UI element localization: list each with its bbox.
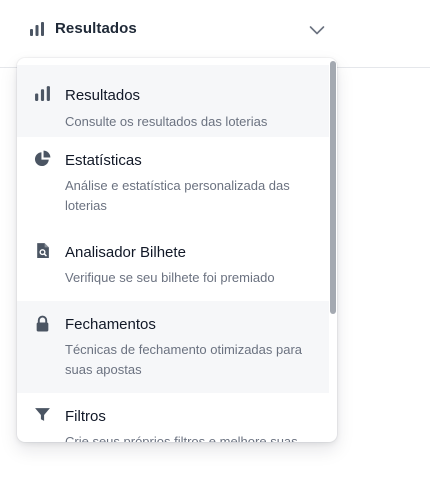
- menu-item-description: Análise e estatística personalizada das …: [65, 178, 290, 213]
- menu-item-fechamentos[interactable]: Fechamentos Técnicas de fechamento otimi…: [17, 301, 329, 393]
- pie-chart-icon: [34, 150, 51, 167]
- menu-item-description: Crie seus próprios filtros e melhore sua…: [65, 434, 298, 442]
- menu-item-title: Fechamentos: [65, 316, 156, 333]
- bar-chart-icon: [34, 85, 51, 102]
- dropdown-menu: Resultados Consulte os resultados das lo…: [17, 58, 337, 442]
- menu-item-analisador-bilhete[interactable]: Analisador Bilhete Verifique se seu bilh…: [17, 229, 329, 301]
- page: Resultados Resultados Consulte os result…: [0, 0, 430, 491]
- menu-item-title: Resultados: [65, 87, 141, 104]
- scrollbar-thumb[interactable]: [330, 61, 336, 314]
- menu-item-description: Verifique se seu bilhete foi premiado: [65, 270, 275, 285]
- chevron-down-icon[interactable]: [309, 22, 325, 38]
- menu-item-title: Filtros: [65, 408, 106, 425]
- menu-scroll-area: Resultados Consulte os resultados das lo…: [17, 58, 329, 442]
- menu-item-estatisticas[interactable]: Estatísticas Análise e estatística perso…: [17, 137, 329, 229]
- menu-item-description: Consulte os resultados das loterias: [65, 114, 268, 129]
- document-search-icon: [34, 242, 51, 259]
- menu-item-title: Analisador Bilhete: [65, 244, 186, 261]
- menu-item-title: Estatísticas: [65, 152, 142, 169]
- menu-item-resultados[interactable]: Resultados Consulte os resultados das lo…: [17, 65, 329, 137]
- filter-icon: [34, 406, 51, 423]
- menu-item-description: Técnicas de fechamento otimizadas para s…: [65, 342, 303, 377]
- bar-chart-icon: [29, 21, 45, 37]
- menu-item-filtros[interactable]: Filtros Crie seus próprios filtros e mel…: [17, 393, 329, 442]
- dropdown-selected-label: Resultados: [55, 20, 137, 37]
- results-dropdown-trigger[interactable]: Resultados: [16, 6, 338, 54]
- lock-icon: [34, 315, 51, 332]
